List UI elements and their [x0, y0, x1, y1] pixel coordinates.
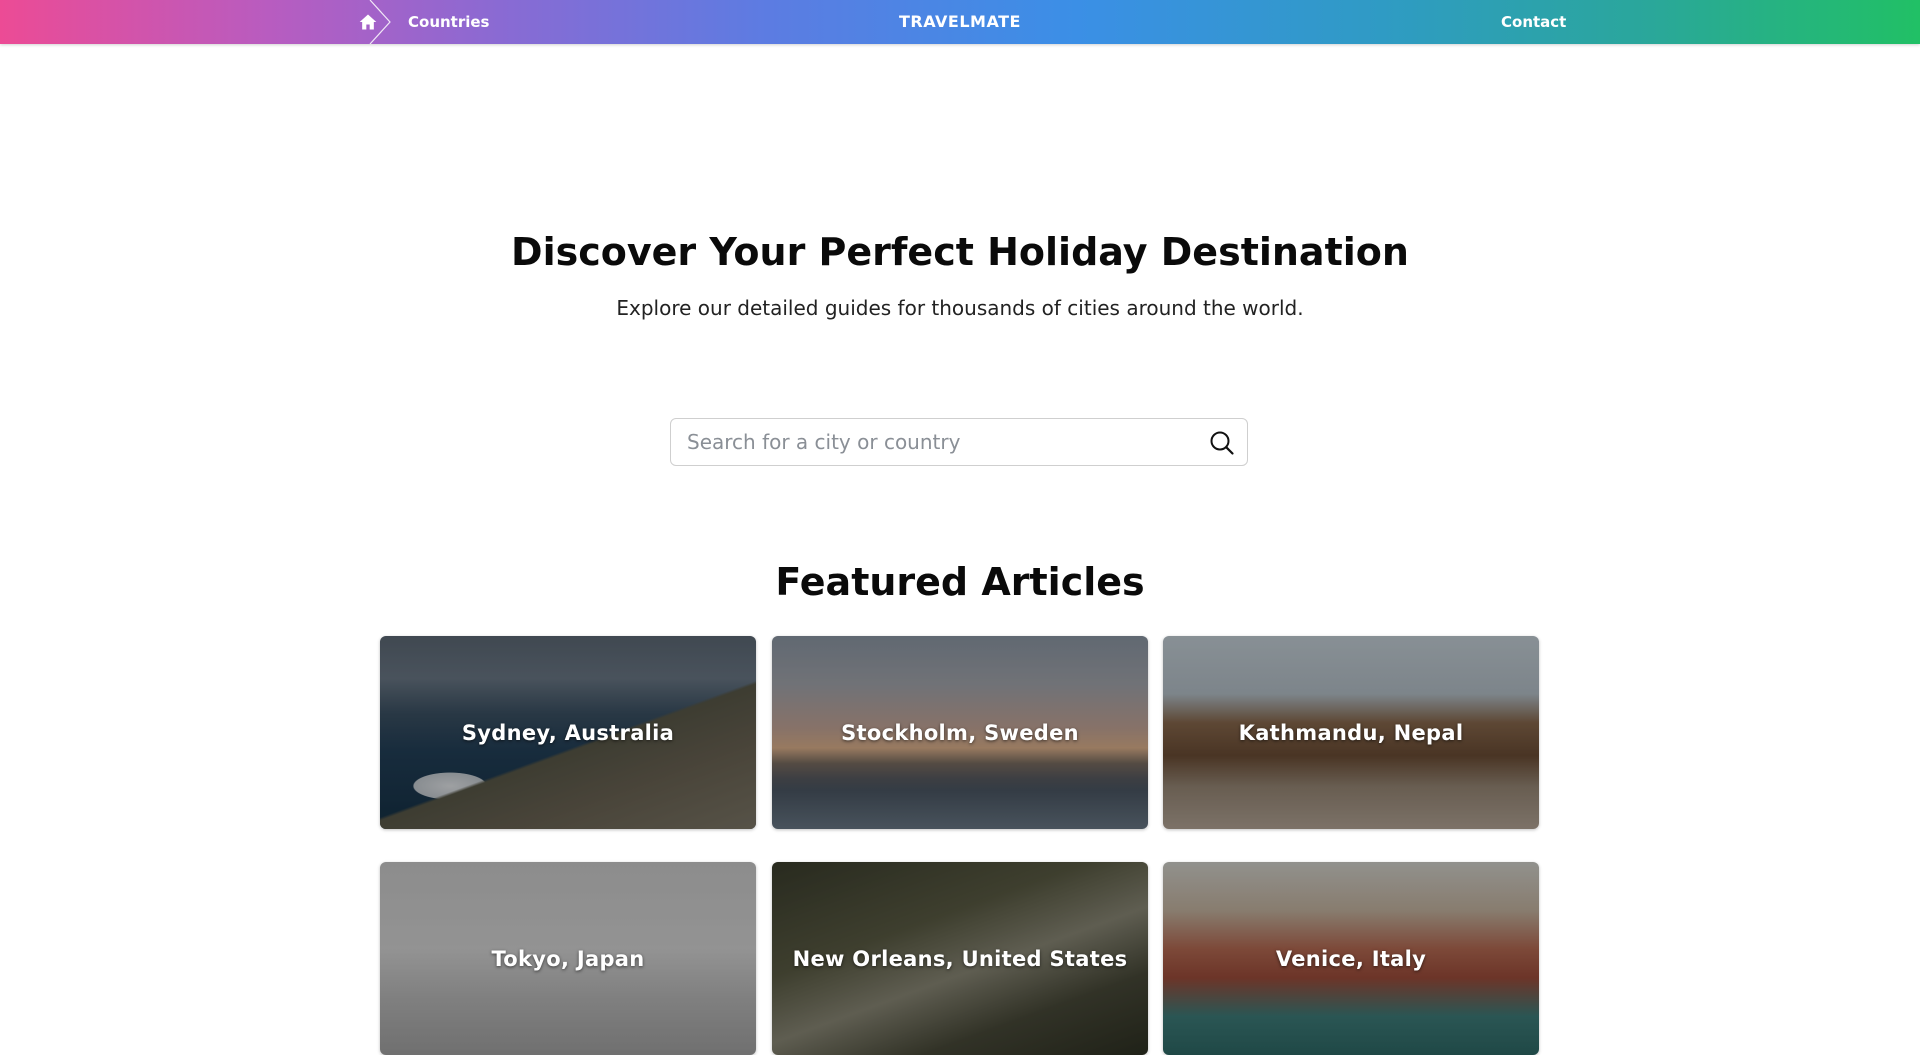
hero-subtitle: Explore our detailed guides for thousand…	[616, 296, 1304, 320]
search-box	[670, 418, 1248, 466]
nav-countries-link[interactable]: Countries	[408, 0, 489, 44]
article-card-stockholm[interactable]: Stockholm, Sweden	[772, 636, 1148, 829]
search-icon[interactable]	[1209, 430, 1235, 456]
article-card-tokyo[interactable]: Tokyo, Japan	[380, 862, 756, 1055]
brand-wrapper: TRAVELMATE	[0, 0, 1920, 44]
nav-contact-link[interactable]: Contact	[1501, 0, 1566, 44]
article-card-new-orleans[interactable]: New Orleans, United States	[772, 862, 1148, 1055]
card-title: Tokyo, Japan	[491, 946, 645, 971]
card-title: Kathmandu, Nepal	[1238, 720, 1464, 745]
card-title: Venice, Italy	[1275, 946, 1427, 971]
card-title: Stockholm, Sweden	[841, 720, 1079, 745]
breadcrumb-chevron-icon	[369, 0, 391, 44]
article-card-sydney[interactable]: Sydney, Australia	[380, 636, 756, 829]
article-card-kathmandu[interactable]: Kathmandu, Nepal	[1163, 636, 1539, 829]
card-title: Sydney, Australia	[461, 720, 675, 745]
featured-articles-title: Featured Articles	[775, 560, 1145, 604]
brand-logo-text[interactable]: TRAVELMATE	[899, 12, 1021, 31]
card-title: New Orleans, United States	[792, 946, 1128, 971]
search-input[interactable]	[671, 419, 1191, 465]
article-card-venice[interactable]: Venice, Italy	[1163, 862, 1539, 1055]
hero-title: Discover Your Perfect Holiday Destinatio…	[511, 230, 1409, 274]
top-navigation-bar: Countries TRAVELMATE Contact	[0, 0, 1920, 44]
